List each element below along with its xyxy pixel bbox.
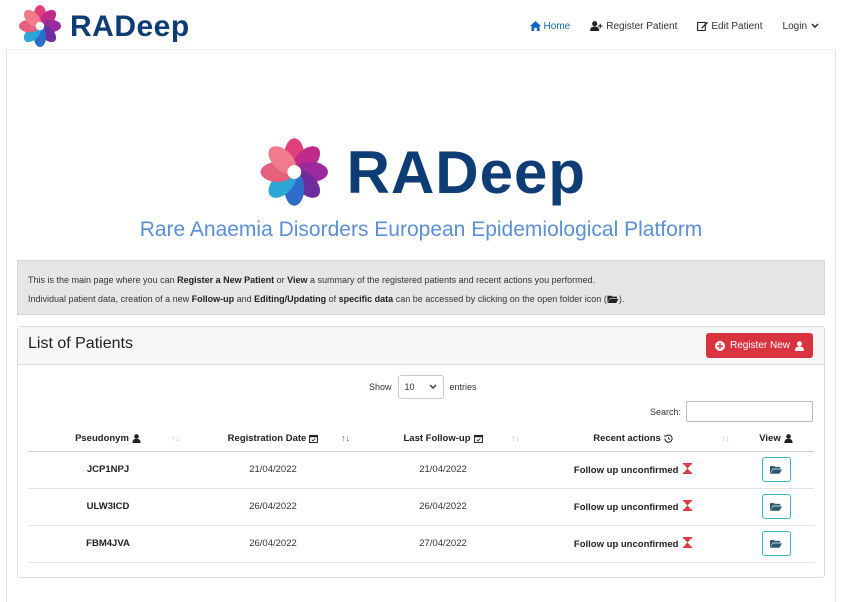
sort-icon: ↑↓	[721, 433, 730, 443]
register-new-label: Register New	[729, 340, 790, 351]
info-line-1: This is the main page where you can Regi…	[28, 275, 596, 285]
show-entries: Show 10 entries	[369, 375, 477, 399]
edit-icon	[697, 21, 709, 31]
search-input[interactable]	[686, 401, 813, 422]
col-view: View	[738, 427, 814, 452]
cell-registration-date: 21/04/2022	[188, 451, 358, 489]
action-text: Follow up unconfirmed	[573, 502, 679, 513]
register-new-button[interactable]: Register New	[705, 333, 813, 358]
nav-edit-label: Edit Patient	[711, 20, 763, 32]
nav-home-label: Home	[543, 20, 571, 32]
user-icon	[132, 434, 141, 444]
folder-open-icon	[770, 466, 782, 474]
table-row: ULW3ICD 26/04/2022 26/04/2022 Follow up …	[28, 488, 814, 526]
open-folder-button[interactable]	[761, 531, 791, 556]
show-label: Show	[369, 382, 392, 392]
folder-open-icon	[770, 503, 782, 511]
cell-view	[738, 525, 814, 563]
nav-login-label: Login	[782, 20, 807, 32]
card-header: List of Patients Register New	[18, 327, 824, 365]
table-row: JCP1NPJ 21/04/2022 21/04/2022 Follow up …	[28, 451, 814, 489]
cell-last-followup: 27/04/2022	[358, 525, 528, 563]
info-box: This is the main page where you can Regi…	[17, 260, 825, 315]
cell-pseudonym: ULW3ICD	[28, 488, 188, 526]
cell-view	[738, 451, 814, 489]
cell-registration-date: 26/04/2022	[188, 525, 358, 563]
cell-recent-action: Follow up unconfirmed	[528, 488, 738, 526]
user-icon	[795, 340, 804, 351]
sort-icon: ↑↓	[511, 433, 520, 443]
hourglass-icon	[683, 500, 693, 511]
cell-last-followup: 21/04/2022	[358, 451, 528, 489]
action-text: Follow up unconfirmed	[573, 465, 679, 476]
table-header-row: Pseudonym ↑↓ Registration Date ↑↓ Last F…	[28, 427, 814, 452]
entries-value: 10	[404, 382, 415, 392]
cell-registration-date: 26/04/2022	[188, 488, 358, 526]
search-wrap: Search:	[650, 401, 813, 422]
folder-open-icon	[607, 295, 619, 303]
radeep-flower-hero-icon	[260, 138, 329, 206]
patients-card: List of Patients Register New Show 10 en…	[17, 326, 825, 578]
hourglass-icon	[683, 463, 693, 474]
user-icon	[784, 434, 793, 444]
col-recent-actions[interactable]: Recent actions ↑↓	[528, 427, 738, 452]
hero-logo: RADeep	[256, 124, 586, 220]
nav-home[interactable]: Home	[529, 20, 571, 32]
open-folder-button[interactable]	[761, 494, 791, 519]
calendar-check-icon	[473, 435, 483, 444]
nav-register-label: Register Patient	[606, 20, 678, 32]
plus-circle-icon	[714, 340, 725, 351]
navbar: RADeep Home Register Patient Edit Patien…	[6, 2, 836, 50]
brand-name: RADeep	[70, 10, 190, 43]
nav-edit-patient[interactable]: Edit Patient	[697, 20, 763, 32]
cell-recent-action: Follow up unconfirmed	[528, 525, 738, 563]
home-icon	[529, 21, 541, 31]
calendar-check-icon	[309, 435, 319, 444]
chevron-down-icon	[429, 384, 436, 389]
radeep-flower-logo-icon	[18, 4, 62, 48]
nav-register-patient[interactable]: Register Patient	[590, 21, 677, 32]
hourglass-icon	[683, 537, 693, 548]
hero-brand-name: RADeep	[346, 138, 586, 206]
user-plus-icon	[590, 21, 603, 31]
nav-login-dropdown[interactable]: Login	[783, 21, 822, 32]
card-title: List of Patients	[28, 335, 133, 352]
sort-icon: ↑↓	[341, 433, 350, 443]
table-row: FBM4JVA 26/04/2022 27/04/2022 Follow up …	[28, 525, 814, 563]
action-text: Follow up unconfirmed	[573, 539, 679, 550]
search-label: Search:	[649, 406, 681, 417]
patients-table: Pseudonym ↑↓ Registration Date ↑↓ Last F…	[28, 427, 814, 563]
cell-pseudonym: JCP1NPJ	[28, 451, 188, 489]
sort-icon: ↑↓	[171, 433, 180, 443]
chevron-down-icon	[811, 23, 819, 28]
entries-select[interactable]: 10	[397, 375, 444, 399]
cell-recent-action: Follow up unconfirmed	[528, 451, 738, 489]
brand[interactable]: RADeep	[16, 2, 190, 50]
cell-view	[738, 488, 814, 526]
col-pseudonym[interactable]: Pseudonym ↑↓	[28, 427, 188, 452]
folder-open-icon	[770, 540, 782, 548]
col-last-followup[interactable]: Last Follow-up ↑↓	[358, 427, 528, 452]
platform-subtitle: Rare Anaemia Disorders European Epidemio…	[139, 218, 703, 241]
cell-last-followup: 26/04/2022	[358, 488, 528, 526]
col-registration-date[interactable]: Registration Date ↑↓	[188, 427, 358, 452]
history-icon	[664, 434, 673, 443]
nav-links: Home Register Patient Edit Patient Login	[510, 2, 822, 50]
info-line-2: Individual patient data, creation of a n…	[28, 294, 625, 304]
cell-pseudonym: FBM4JVA	[28, 525, 188, 563]
entries-label: entries	[449, 382, 477, 392]
open-folder-button[interactable]	[761, 457, 791, 482]
